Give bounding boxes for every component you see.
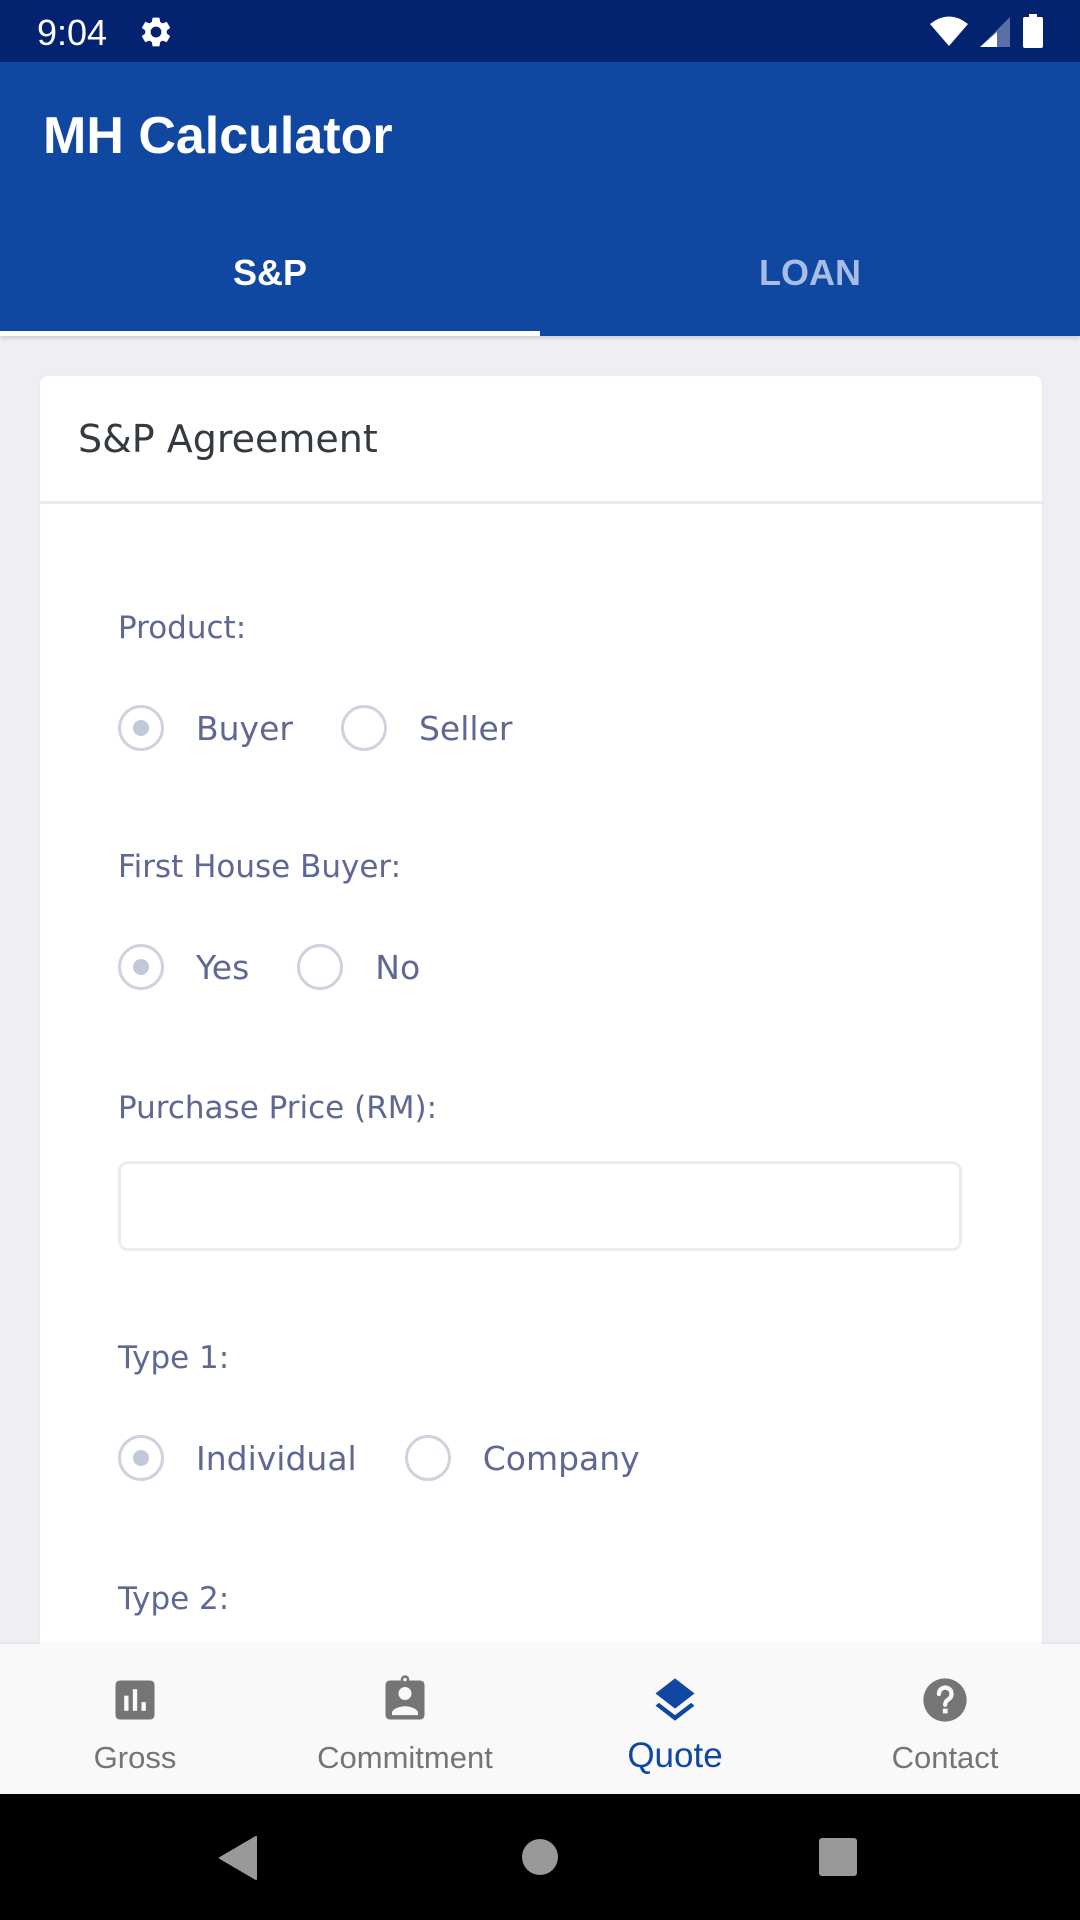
status-icons <box>928 14 1044 48</box>
product-radio-group: Buyer Seller <box>118 705 512 751</box>
nav-label-contact: Contact <box>891 1740 999 1775</box>
recents-icon[interactable] <box>818 1837 858 1877</box>
help-circle-icon <box>923 1678 967 1722</box>
card-header: S&P Agreement <box>40 376 1042 504</box>
bottom-navigation: Gross Commitment Quote Contact <box>0 1644 1080 1794</box>
gear-icon <box>141 17 171 47</box>
radio-label-company: Company <box>482 1438 640 1478</box>
nav-label-commitment: Commitment <box>317 1740 493 1775</box>
nav-label-quote: Quote <box>627 1736 723 1775</box>
nav-item-commitment[interactable]: Commitment <box>270 1644 540 1794</box>
status-time: 9:04 <box>37 12 108 53</box>
purchase-price-input[interactable] <box>118 1161 962 1251</box>
first-house-buyer-label: First House Buyer: <box>118 849 402 885</box>
first-house-option-yes[interactable]: Yes <box>118 944 249 990</box>
tab-loan[interactable]: LOAN <box>540 210 1080 336</box>
type1-radio-group: Individual Company <box>118 1435 640 1481</box>
app-title: MH Calculator <box>43 107 393 165</box>
home-icon[interactable] <box>520 1837 560 1877</box>
tab-sp[interactable]: S&P <box>0 210 540 336</box>
purchase-price-label: Purchase Price (RM): <box>118 1090 438 1126</box>
type2-label: Type 2: <box>118 1581 230 1617</box>
radio-label-buyer: Buyer <box>196 708 293 748</box>
layers-icon <box>655 1678 695 1721</box>
radio-selected-dot <box>133 720 149 736</box>
first-house-option-no[interactable]: No <box>297 944 420 990</box>
wifi-icon <box>930 16 968 46</box>
nav-item-gross[interactable]: Gross <box>0 1644 270 1794</box>
signal-icon <box>980 17 1010 47</box>
type1-option-company[interactable]: Company <box>404 1435 640 1481</box>
nav-item-quote[interactable]: Quote <box>540 1644 810 1794</box>
first-house-buyer-radio-group: Yes No <box>118 944 420 990</box>
nav-item-contact[interactable]: Contact <box>810 1644 1080 1794</box>
radio-label-seller: Seller <box>418 708 513 748</box>
sp-agreement-card: S&P Agreement Product: Buyer Seller Firs… <box>40 376 1042 1676</box>
back-icon[interactable] <box>218 1836 258 1880</box>
clipboard-account-icon <box>385 1675 425 1720</box>
radio-label-individual: Individual <box>196 1438 357 1478</box>
type1-label: Type 1: <box>118 1340 230 1376</box>
radio-button-seller[interactable] <box>340 705 387 751</box>
nav-label-gross: Gross <box>93 1740 177 1775</box>
radio-selected-dot <box>133 959 149 975</box>
card-title: S&P Agreement <box>78 416 378 461</box>
radio-label-no: No <box>375 947 421 987</box>
system-navigation-bar <box>0 1794 1080 1920</box>
product-option-buyer[interactable]: Buyer <box>118 705 293 751</box>
product-option-seller[interactable]: Seller <box>340 705 513 751</box>
radio-button-individual[interactable] <box>118 1435 164 1481</box>
status-bar: 9:04 <box>0 0 1080 62</box>
tab-bar: S&P LOAN <box>0 210 1080 336</box>
radio-selected-dot <box>133 1450 149 1466</box>
type1-option-individual[interactable]: Individual <box>118 1435 357 1481</box>
radio-button-company[interactable] <box>404 1435 451 1481</box>
bar-chart-icon <box>115 1680 155 1720</box>
battery-icon <box>1023 14 1043 48</box>
radio-button-buyer[interactable] <box>118 705 164 751</box>
product-label: Product: <box>118 610 247 646</box>
radio-button-no[interactable] <box>297 944 344 990</box>
radio-label-yes: Yes <box>196 947 250 987</box>
radio-button-yes[interactable] <box>118 944 164 990</box>
app-toolbar: MH Calculator <box>0 62 1080 210</box>
